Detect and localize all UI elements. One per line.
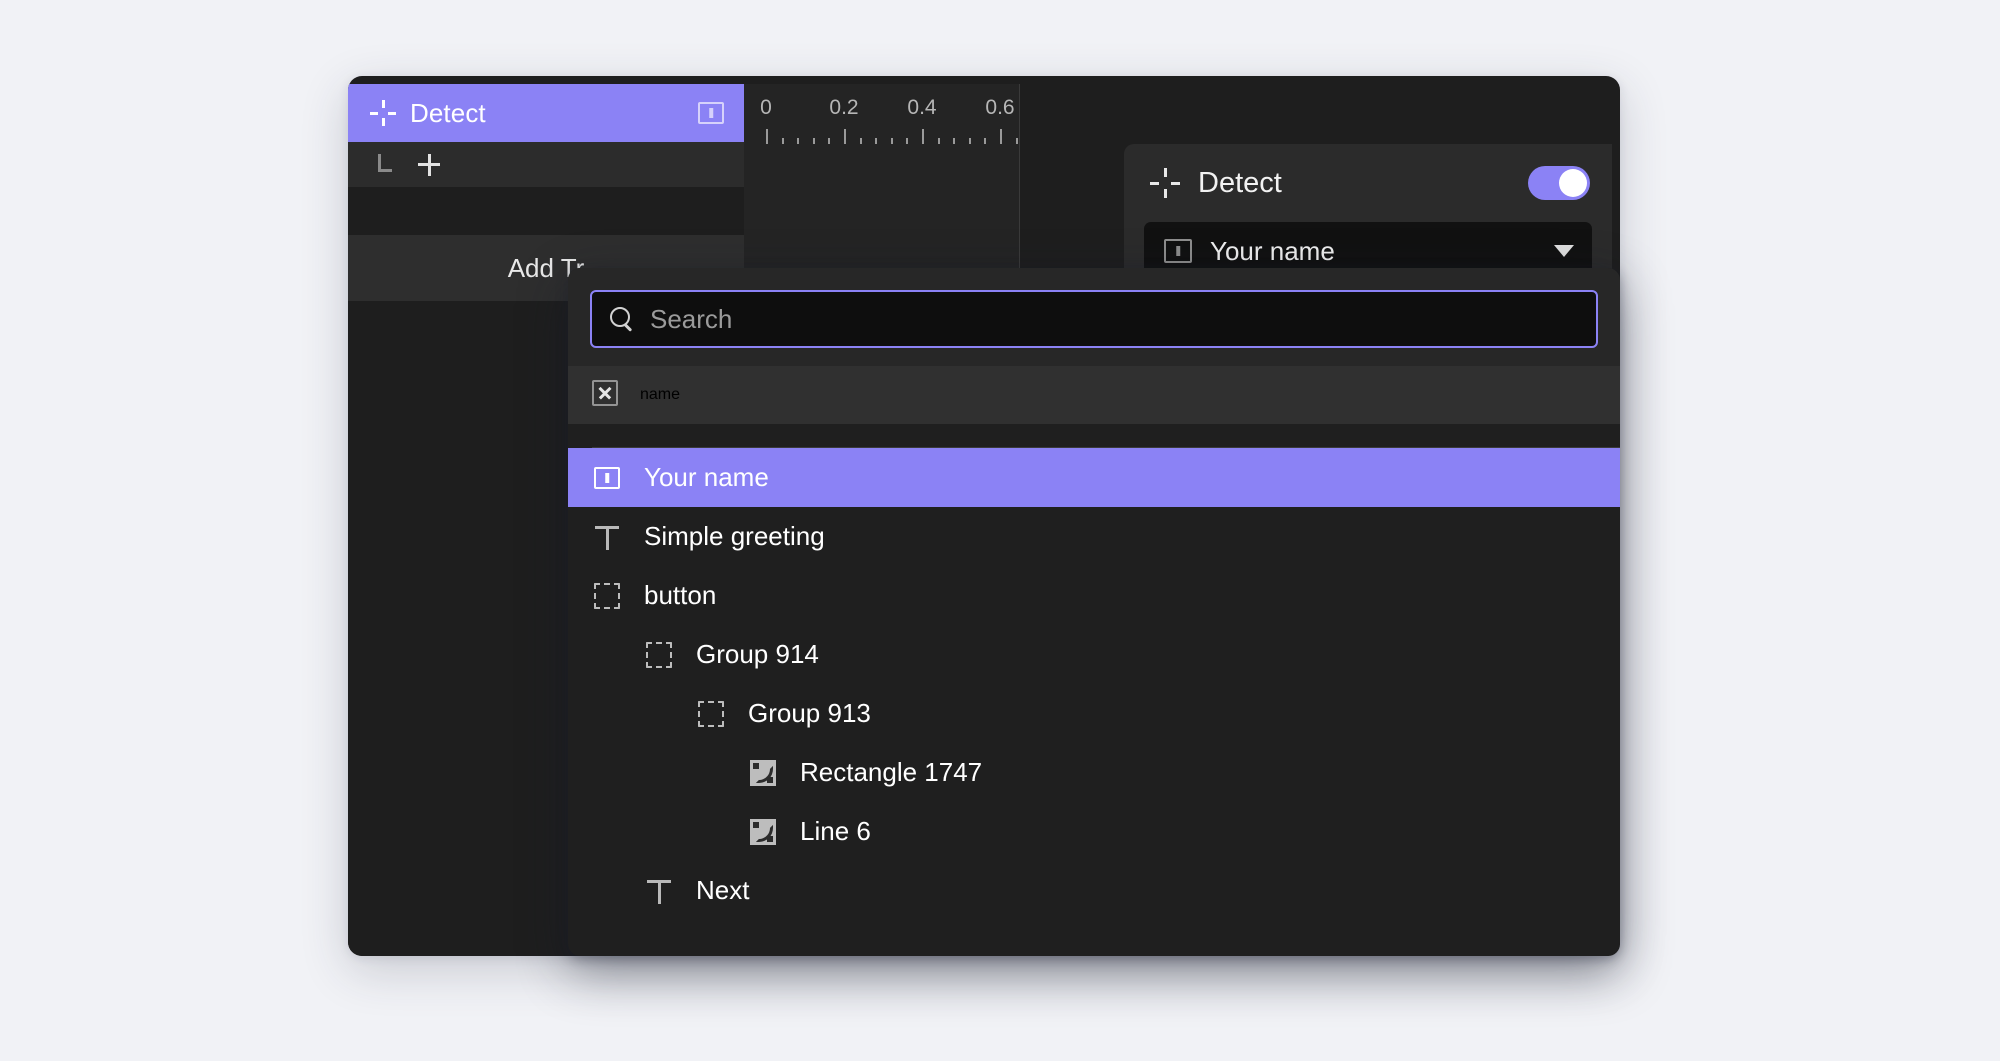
ruler-tick	[1015, 138, 1018, 144]
timeline-ruler-ticks	[744, 129, 1019, 152]
text-icon	[592, 524, 622, 550]
input-field-icon	[592, 466, 622, 489]
ruler-tick-label: 0.2	[829, 96, 859, 119]
dropdown-list-item[interactable]: Simple greeting	[568, 507, 1620, 566]
toggle-knob	[1559, 169, 1587, 197]
input-field-icon	[698, 102, 724, 124]
vector-icon	[748, 818, 778, 845]
dropdown-search-area	[568, 268, 1620, 366]
ruler-tick-label: 0	[760, 96, 772, 119]
dropdown-item-label: button	[644, 580, 717, 610]
dropdown-divider	[568, 424, 1620, 448]
ruler-tick	[797, 138, 800, 144]
ruler-tick	[812, 138, 815, 144]
dropdown-list-item[interactable]: Next	[568, 861, 1620, 920]
element-picker-dropdown: name Your name Simple greeting button Group…	[568, 268, 1620, 956]
dropdown-current-item[interactable]: name	[568, 366, 1620, 424]
dropdown-current-label: name	[640, 386, 681, 403]
crosshair-detect-icon	[370, 100, 396, 126]
ruler-tick	[906, 138, 909, 144]
timeline-track-header-detect[interactable]: Detect	[348, 84, 744, 142]
timeline-track-subrow	[348, 142, 744, 187]
timeline-track-title: Detect	[410, 97, 486, 128]
ruler-tick	[828, 138, 831, 144]
chevron-down-icon	[1554, 245, 1574, 257]
timeline-track-gap	[348, 187, 744, 235]
dropdown-list-item[interactable]: Line 6	[568, 802, 1620, 861]
ruler-tick	[937, 138, 940, 144]
dropdown-item-label: Rectangle 1747	[800, 757, 983, 787]
text-icon	[644, 878, 674, 904]
dropdown-item-label: Your name	[644, 462, 769, 492]
search-icon	[610, 307, 634, 331]
corner-connector-icon	[378, 153, 396, 176]
timeline-ruler-labels: 0 0.2 0.4 0.6	[744, 84, 1019, 128]
input-field-icon	[1164, 239, 1192, 263]
detect-enable-toggle[interactable]	[1528, 166, 1590, 200]
dropdown-item-label: Simple greeting	[644, 521, 825, 551]
dropdown-item-label: Next	[696, 875, 750, 905]
search-input[interactable]	[650, 303, 1578, 335]
dropdown-item-list: Your name Simple greeting button Group 914 G…	[568, 448, 1620, 920]
frame-icon	[592, 582, 622, 609]
dropdown-list-item[interactable]: Your name	[568, 448, 1620, 507]
ruler-tick	[922, 129, 924, 144]
ruler-tick	[1000, 129, 1002, 144]
x-box-icon	[592, 379, 618, 411]
ruler-tick	[890, 138, 893, 144]
ruler-tick	[859, 138, 862, 144]
add-keyframe-plus-icon[interactable]	[418, 153, 440, 176]
ruler-tick-label: 0.4	[907, 96, 937, 119]
dropdown-list-item[interactable]: Group 914	[568, 625, 1620, 684]
frame-icon	[644, 641, 674, 668]
dropdown-list-item[interactable]: button	[568, 566, 1620, 625]
ruler-tick	[844, 129, 846, 144]
inspector-title: Detect	[1198, 166, 1282, 199]
ruler-tick-label: 0.6	[985, 96, 1015, 119]
ruler-tick	[781, 138, 784, 144]
dropdown-item-label: Group 913	[748, 698, 871, 728]
dropdown-list-item[interactable]: Group 913	[568, 684, 1620, 743]
dropdown-list-item[interactable]: Rectangle 1747	[568, 743, 1620, 802]
ruler-tick	[953, 138, 956, 144]
target-element-value: Your name	[1210, 235, 1335, 266]
dropdown-item-label: Group 914	[696, 639, 819, 669]
crosshair-detect-icon	[1150, 168, 1180, 198]
vector-icon	[748, 759, 778, 786]
ruler-tick	[968, 138, 971, 144]
ruler-tick	[875, 138, 878, 144]
ruler-tick	[984, 138, 987, 144]
search-field[interactable]	[590, 290, 1598, 348]
ruler-tick	[766, 129, 768, 144]
inspector-header: Detect	[1124, 144, 1612, 222]
frame-icon	[696, 700, 726, 727]
dropdown-item-label: Line 6	[800, 816, 871, 846]
